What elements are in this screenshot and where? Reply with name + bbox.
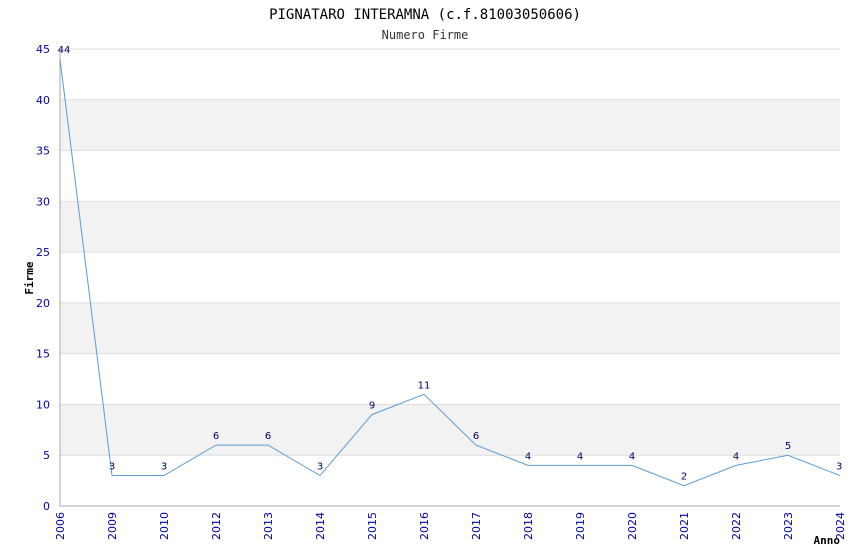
band (60, 353, 840, 405)
y-tick-label: 15 (36, 348, 50, 361)
data-label: 2 (681, 472, 687, 483)
band (60, 404, 840, 456)
data-label: 3 (317, 462, 323, 473)
x-tick-label: 2009 (106, 512, 119, 540)
x-tick-label: 2010 (158, 512, 171, 540)
band (60, 302, 840, 354)
band (60, 201, 840, 253)
x-tick-label: 2022 (730, 512, 743, 540)
data-label: 4 (577, 451, 583, 462)
y-tick-label: 40 (36, 94, 50, 107)
band (60, 99, 840, 151)
y-tick-label: 5 (43, 449, 50, 462)
x-tick-label: 2019 (574, 512, 587, 540)
data-label: 6 (473, 431, 479, 442)
data-label: 5 (785, 441, 791, 452)
line-chart: 051015202530354045 2006 2009 2010 2012 2013 2… (23, 7, 847, 547)
data-label: 4 (629, 451, 635, 462)
band (60, 455, 840, 506)
x-tick-label: 2021 (678, 512, 691, 540)
x-tick-label: 2018 (522, 512, 535, 540)
x-tick-label: 2013 (262, 512, 275, 540)
x-tick-label: 2017 (470, 512, 483, 540)
x-tick-label: 2020 (626, 512, 639, 540)
band (60, 252, 840, 303)
data-label: 4 (525, 451, 531, 462)
y-tick-label: 35 (36, 145, 50, 158)
data-label: 3 (836, 462, 842, 473)
data-label: 9 (369, 401, 375, 412)
background-bands (60, 49, 840, 506)
y-tick-label: 30 (36, 195, 50, 208)
x-tick-label: 2012 (210, 512, 223, 540)
x-tick-label: 2016 (418, 512, 431, 540)
y-axis-title: Firme (23, 261, 36, 294)
x-tick-label: 2023 (782, 512, 795, 540)
x-tick-label: 2006 (54, 512, 67, 540)
band (60, 150, 840, 202)
y-tick-label: 25 (36, 246, 50, 259)
data-label: 3 (109, 462, 115, 473)
data-label: 44 (58, 45, 71, 56)
band (60, 49, 840, 100)
data-label: 3 (161, 462, 167, 473)
data-label: 6 (213, 431, 219, 442)
data-label: 11 (418, 380, 431, 391)
y-tick-label: 10 (36, 398, 50, 411)
x-tick-label: 2014 (314, 512, 327, 540)
y-tick-label: 45 (36, 43, 50, 56)
y-tick-labels: 0 5 10 15 20 25 30 35 40 45 (36, 43, 50, 513)
y-tick-label: 0 (43, 500, 50, 513)
x-tick-labels: 2006 2009 2010 2012 2013 2014 2015 2016 2017 2018… (54, 512, 847, 540)
data-label: 6 (265, 431, 271, 442)
x-axis-title: Anno (814, 534, 841, 547)
chart-subtitle: Numero Firme (382, 28, 469, 42)
chart-title: PIGNATARO INTERAMNA (c.f.81003050606) (269, 7, 581, 23)
y-tick-label: 20 (36, 297, 50, 310)
data-label: 4 (733, 451, 739, 462)
x-tick-label: 2015 (366, 512, 379, 540)
